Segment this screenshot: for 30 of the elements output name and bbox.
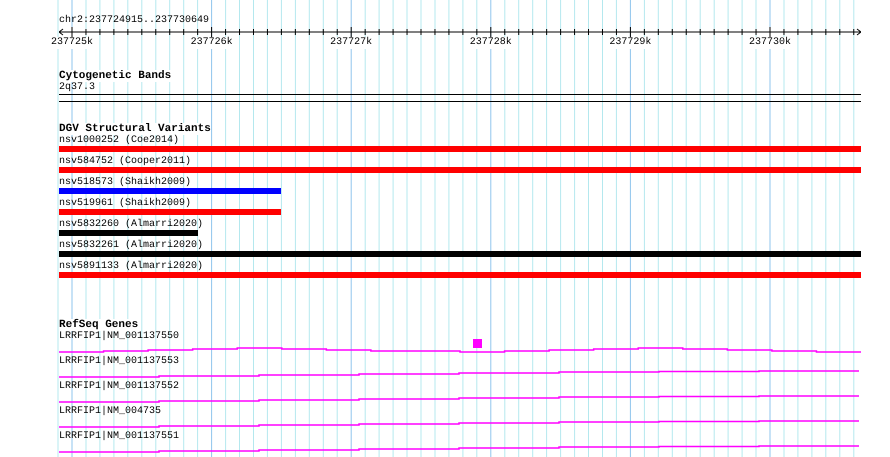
variant-label: nsv584752 (Cooper2011) [59, 156, 192, 167]
variant-bar[interactable] [59, 230, 198, 236]
band-label: 2q37.3 [59, 82, 96, 93]
variant-bar[interactable] [59, 209, 282, 215]
variant-label: nsv519961 (Shaikh2009) [59, 198, 192, 209]
gene-label: LRRFIP1|NM_004735 [59, 406, 162, 418]
ruler-range: chr2:237724915..237730649 [59, 15, 210, 27]
variant-bar[interactable] [59, 251, 861, 257]
variant-bar[interactable] [59, 188, 282, 194]
track-title: Cytogenetic Bands [59, 70, 172, 82]
variant-bar[interactable] [59, 146, 861, 152]
gene-label: LRRFIP1|NM_001137552 [59, 381, 180, 393]
variant-label: nsv5891133 (Almarri2020) [59, 261, 204, 272]
variant-bar[interactable] [59, 167, 861, 173]
ruler-tick-label: 237728k [470, 37, 512, 49]
ruler-tick-label: 237725k [51, 37, 93, 49]
ruler-tick-label: 237727k [330, 37, 372, 49]
variant-label: nsv5832260 (Almarri2020) [59, 219, 204, 230]
track-title: RefSeq Genes [59, 319, 138, 331]
gene-label: LRRFIP1|NM_001137553 [59, 356, 180, 368]
ruler-tick-label: 237729k [609, 37, 652, 49]
gene-label: LRRFIP1|NM_001137550 [59, 331, 180, 343]
variant-label: nsv518573 (Shaikh2009) [59, 177, 192, 188]
track-title: DGV Structural Variants [59, 123, 211, 135]
variant-bar[interactable] [59, 272, 861, 278]
gene-label: LRRFIP1|NM_001137551 [59, 431, 180, 443]
variant-label: nsv5832261 (Almarri2020) [59, 240, 204, 251]
ruler-tick-label: 237726k [190, 37, 233, 49]
ruler-tick-label: 237730k [749, 37, 791, 49]
variant-label: nsv1000252 (Coe2014) [59, 135, 180, 146]
